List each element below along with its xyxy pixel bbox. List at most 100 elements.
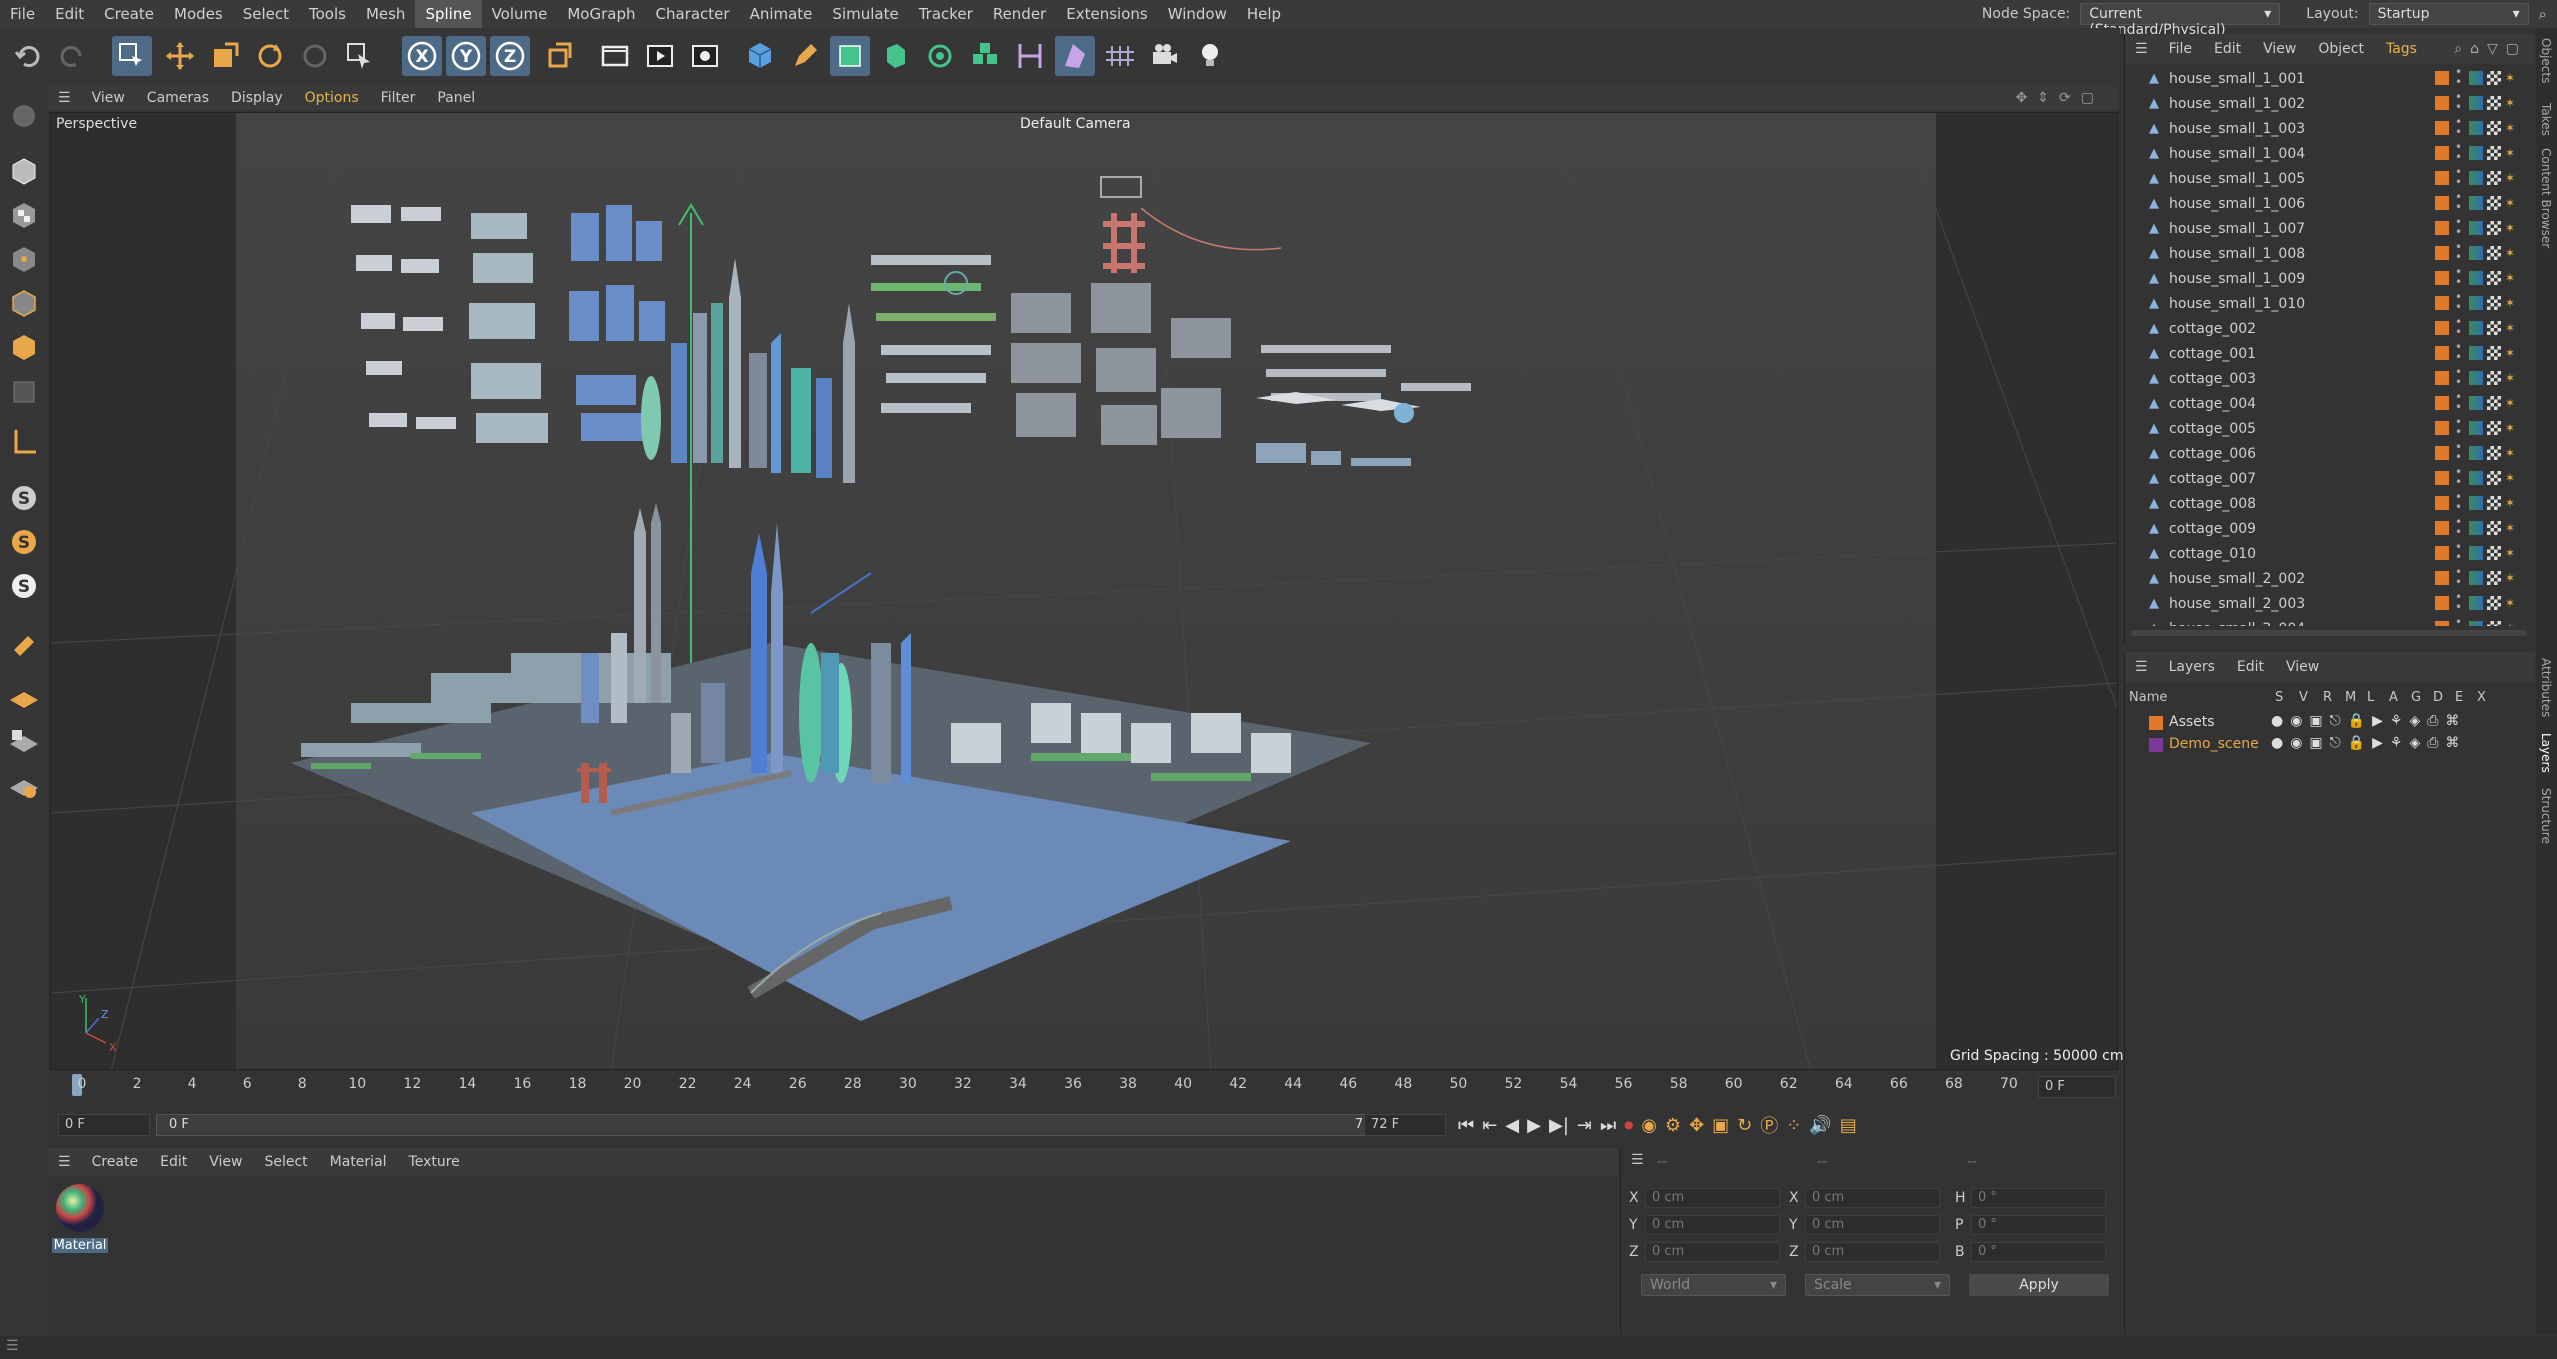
visibility-dots-icon[interactable]: •• <box>2455 91 2462 113</box>
material-tag-icon[interactable] <box>2469 571 2483 585</box>
tweak-icon[interactable] <box>4 622 44 662</box>
phong-tag-icon[interactable]: ✶ <box>2505 246 2519 260</box>
edges-mode-icon[interactable] <box>4 284 44 324</box>
material-tag-icon[interactable] <box>2469 271 2483 285</box>
material-tag-icon[interactable] <box>2469 346 2483 360</box>
material-menu-create[interactable]: Create <box>81 1154 150 1170</box>
material-menu-edit[interactable]: Edit <box>149 1154 198 1170</box>
go-to-start-icon[interactable]: ⏮ <box>1458 1115 1474 1136</box>
phong-tag-icon[interactable]: ✶ <box>2505 71 2519 85</box>
move-icon[interactable] <box>160 36 200 76</box>
visibility-dots-icon[interactable]: •• <box>2455 216 2462 238</box>
parameter-key-icon[interactable]: Ⓟ <box>1760 1112 1778 1138</box>
texture-tag-icon[interactable] <box>2487 121 2501 135</box>
texture-tag-icon[interactable] <box>2487 146 2501 160</box>
current-frame-field[interactable]: 0 F <box>2038 1076 2116 1098</box>
layer-row[interactable]: Demo_scene ●◉▣⎋🔒▶⚘◈⎙⌘ <box>2125 734 2535 756</box>
visibility-dots-icon[interactable]: •• <box>2455 391 2462 413</box>
viewport-menu-options[interactable]: Options <box>294 90 370 106</box>
visibility-dots-icon[interactable]: •• <box>2455 491 2462 513</box>
phong-tag-icon[interactable]: ✶ <box>2505 96 2519 110</box>
texture-tag-icon[interactable] <box>2487 546 2501 560</box>
redo-icon[interactable] <box>52 36 92 76</box>
autokey-icon[interactable]: ◉ <box>1641 1115 1657 1136</box>
visibility-dots-icon[interactable]: •• <box>2455 191 2462 213</box>
rotation-key-icon[interactable]: ↻ <box>1737 1115 1752 1136</box>
material-tag-icon[interactable] <box>2469 171 2483 185</box>
subdivision-icon[interactable] <box>830 36 870 76</box>
material-tag-icon[interactable] <box>2469 596 2483 610</box>
layer-color-chip[interactable] <box>2435 96 2449 110</box>
object-row[interactable]: ▲ cottage_007 • • ✶ <box>2125 466 2535 491</box>
texture-tag-icon[interactable] <box>2487 521 2501 535</box>
visibility-dots-icon[interactable]: •• <box>2455 66 2462 88</box>
p-rotation-field[interactable]: 0 ° <box>1971 1215 2106 1235</box>
object-row[interactable]: ▲ house_small_1_007 • • ✶ <box>2125 216 2535 241</box>
pla-key-icon[interactable]: ⁘ <box>1786 1115 1801 1136</box>
render-to-picture-viewer-icon[interactable] <box>640 36 680 76</box>
object-row[interactable]: ▲ cottage_002 • • ✶ <box>2125 316 2535 341</box>
scale-icon[interactable] <box>205 36 245 76</box>
material-tag-icon[interactable] <box>2469 146 2483 160</box>
object-row[interactable]: ▲ house_small_1_006 • • ✶ <box>2125 191 2535 216</box>
object-row[interactable]: ▲ cottage_004 • • ✶ <box>2125 391 2535 416</box>
object-menu-view[interactable]: View <box>2252 41 2307 57</box>
visibility-dots-icon[interactable]: •• <box>2455 516 2462 538</box>
phong-tag-icon[interactable]: ✶ <box>2505 571 2519 585</box>
layer-color-chip[interactable] <box>2435 496 2449 510</box>
menu-extensions[interactable]: Extensions <box>1056 0 1157 28</box>
object-menu-file[interactable]: File <box>2158 41 2203 57</box>
texture-tag-icon[interactable] <box>2487 621 2501 626</box>
texture-tag-icon[interactable] <box>2487 246 2501 260</box>
texture-tag-icon[interactable] <box>2487 596 2501 610</box>
rotate-icon[interactable] <box>250 36 290 76</box>
object-menu-object[interactable]: Object <box>2307 41 2375 57</box>
layer-color[interactable] <box>2149 716 2163 730</box>
layer-color-chip[interactable] <box>2435 521 2449 535</box>
viewport-menu-view[interactable]: View <box>81 90 136 106</box>
visibility-dots-icon[interactable]: •• <box>2455 441 2462 463</box>
phong-tag-icon[interactable]: ✶ <box>2505 121 2519 135</box>
z-size-field[interactable]: 0 cm <box>1805 1242 1940 1262</box>
object-row[interactable]: ▲ cottage_005 • • ✶ <box>2125 416 2535 441</box>
texture-tag-icon[interactable] <box>2487 296 2501 310</box>
tab-attributes[interactable]: Attributes <box>2539 658 2553 717</box>
menu-create[interactable]: Create <box>94 0 164 28</box>
phong-tag-icon[interactable]: ✶ <box>2505 196 2519 210</box>
phong-tag-icon[interactable]: ✶ <box>2505 346 2519 360</box>
viewport-menu-filter[interactable]: Filter <box>370 90 427 106</box>
visibility-dots-icon[interactable]: •• <box>2455 316 2462 338</box>
menu-render[interactable]: Render <box>983 0 1056 28</box>
pen-icon[interactable] <box>785 36 825 76</box>
layer-color-chip[interactable] <box>2435 171 2449 185</box>
tab-structure[interactable]: Structure <box>2539 788 2553 844</box>
layer-flags[interactable]: ●◉▣⎋🔒▶⚘◈⎙⌘ <box>2271 735 2466 751</box>
object-row[interactable]: ▲ house_small_1_009 • • ✶ <box>2125 266 2535 291</box>
viewport-menu-display[interactable]: Display <box>220 90 294 106</box>
polygons-mode-icon[interactable] <box>4 328 44 368</box>
phong-tag-icon[interactable]: ✶ <box>2505 321 2519 335</box>
node-space-dropdown[interactable]: Current (Standard/Physical) ▾ <box>2080 3 2281 38</box>
visibility-dots-icon[interactable]: •• <box>2455 141 2462 163</box>
object-row[interactable]: ▲ house_small_1_010 • • ✶ <box>2125 291 2535 316</box>
x-axis-lock-icon[interactable]: X <box>402 36 442 76</box>
points-mode-icon[interactable] <box>4 240 44 280</box>
render-settings-icon[interactable] <box>685 36 725 76</box>
texture-tag-icon[interactable] <box>2487 346 2501 360</box>
layer-color-chip[interactable] <box>2435 596 2449 610</box>
render-view-icon[interactable] <box>595 36 635 76</box>
object-menu-tags[interactable]: Tags <box>2375 41 2428 57</box>
menu-tools[interactable]: Tools <box>299 0 356 28</box>
hamburger-icon[interactable]: ☰ <box>1631 1152 1644 1168</box>
visibility-dots-icon[interactable]: •• <box>2455 241 2462 263</box>
phong-tag-icon[interactable]: ✶ <box>2505 446 2519 460</box>
hamburger-icon[interactable]: ☰ <box>48 1154 81 1170</box>
range-slider[interactable]: 0 F 72 F <box>156 1114 1396 1136</box>
phong-tag-icon[interactable]: ✶ <box>2505 471 2519 485</box>
layer-color-chip[interactable] <box>2435 271 2449 285</box>
object-row[interactable]: ▲ house_small_1_002 • • ✶ <box>2125 91 2535 116</box>
menu-mesh[interactable]: Mesh <box>356 0 416 28</box>
planar-workplane-icon[interactable] <box>4 766 44 806</box>
material-tag-icon[interactable] <box>2469 321 2483 335</box>
workplane-icon[interactable] <box>4 678 44 718</box>
